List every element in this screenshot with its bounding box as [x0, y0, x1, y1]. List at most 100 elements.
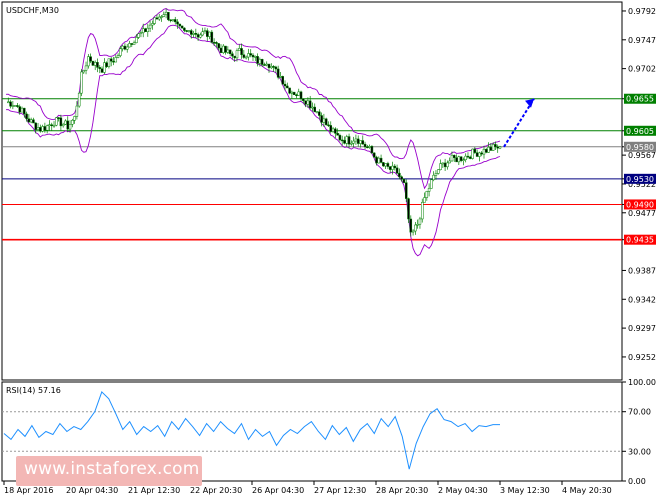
price-chart-title: USDCHF,M30: [6, 6, 59, 15]
candle-body: [407, 198, 410, 220]
candle-body: [347, 136, 351, 145]
candle-body: [258, 59, 262, 64]
candle-body: [71, 120, 74, 125]
candle-body: [395, 167, 399, 174]
candle-body: [375, 156, 378, 164]
candle-body: [485, 148, 488, 153]
candle-body: [167, 11, 170, 21]
rsi-y-tick-label: 70.00: [628, 408, 651, 417]
candle-body: [384, 163, 387, 167]
candle-body: [206, 30, 209, 37]
candle-body: [18, 106, 21, 113]
candle-body: [318, 111, 321, 116]
candle-body: [281, 76, 284, 85]
candle-body: [279, 76, 282, 78]
watermark-text: www.instaforex.com: [24, 459, 200, 479]
candle-body: [350, 142, 353, 145]
candle-body: [315, 111, 319, 114]
candle-body: [50, 124, 53, 127]
candle-body: [29, 119, 33, 123]
candle-body: [494, 144, 497, 148]
candle-body: [93, 62, 97, 66]
level-label: 0.9530: [626, 175, 654, 184]
candle-body: [263, 64, 266, 66]
level-label: 0.9605: [626, 127, 654, 136]
x-tick-label: 3 May 12:30: [500, 486, 550, 495]
candle-body: [377, 157, 381, 164]
candle-body: [464, 155, 467, 160]
candle-body: [157, 16, 161, 20]
candle-body: [331, 128, 335, 132]
candle-body: [91, 60, 95, 66]
candle-body: [324, 118, 328, 126]
candle-body: [420, 202, 424, 220]
level-label: 0.9580: [626, 143, 654, 152]
candle-body: [187, 30, 191, 32]
candle-body: [169, 19, 172, 22]
rsi-y-tick-label: 100.00: [628, 378, 656, 387]
price-y-tick-label: 0.9567: [628, 151, 656, 160]
candle-body: [418, 218, 422, 225]
candle-body: [448, 160, 451, 164]
candle-body: [393, 165, 397, 169]
rsi-y-tick-label: 0.00: [628, 477, 646, 486]
candle-body: [103, 62, 106, 73]
candle-body: [96, 62, 99, 68]
candle-body: [160, 16, 163, 18]
candle-body: [345, 136, 349, 144]
candle-body: [244, 56, 248, 59]
x-tick-label: 20 Apr 04:30: [66, 486, 118, 495]
x-tick-label: 2 May 04:30: [438, 486, 488, 495]
rsi-y-tick-label: 30.00: [628, 447, 651, 456]
candle-body: [201, 31, 204, 36]
candle-body: [265, 63, 268, 66]
candle-body: [55, 117, 58, 126]
candle-body: [354, 138, 358, 142]
candle-body: [295, 94, 298, 97]
x-tick-label: 21 Apr 12:30: [128, 486, 180, 495]
candle-body: [77, 92, 81, 107]
candle-body: [400, 176, 403, 180]
candle-body: [105, 62, 108, 67]
candle-body: [404, 182, 408, 199]
candle-body: [146, 27, 150, 33]
candle-body: [11, 105, 15, 107]
candle-body: [498, 146, 502, 149]
candle-body: [194, 33, 198, 35]
candle-body: [457, 156, 461, 163]
candle-body: [299, 91, 303, 100]
candle-body: [370, 146, 374, 154]
candle-body: [423, 197, 426, 203]
candle-body: [224, 45, 227, 53]
candle-body: [368, 146, 371, 148]
candle-body: [425, 191, 429, 198]
candle-body: [23, 107, 26, 115]
candle-body: [469, 156, 472, 159]
candle-body: [84, 65, 88, 71]
candle-body: [16, 105, 19, 107]
candle-body: [283, 83, 287, 87]
candle-body: [173, 19, 177, 23]
candle-body: [313, 106, 316, 113]
level-label: 0.9435: [626, 236, 654, 245]
candle-body: [20, 107, 24, 113]
candle-body: [7, 101, 10, 104]
candle-body: [199, 34, 202, 38]
candle-body: [180, 25, 184, 29]
candle-body: [212, 42, 216, 44]
candle-body: [112, 60, 115, 63]
price-y-tick-label: 0.9477: [628, 209, 656, 218]
candle-body: [176, 21, 179, 25]
candle-body: [254, 56, 257, 58]
candle-body: [59, 117, 63, 127]
candle-body: [116, 55, 120, 58]
candle-body: [459, 156, 463, 161]
price-y-tick-label: 0.9747: [628, 36, 656, 45]
candle-body: [164, 11, 168, 15]
price-y-tick-label: 0.9702: [628, 65, 656, 74]
candle-body: [439, 163, 442, 170]
candle-body: [151, 23, 154, 26]
candle-body: [411, 230, 415, 233]
candle-body: [297, 91, 300, 96]
candle-body: [361, 140, 365, 145]
